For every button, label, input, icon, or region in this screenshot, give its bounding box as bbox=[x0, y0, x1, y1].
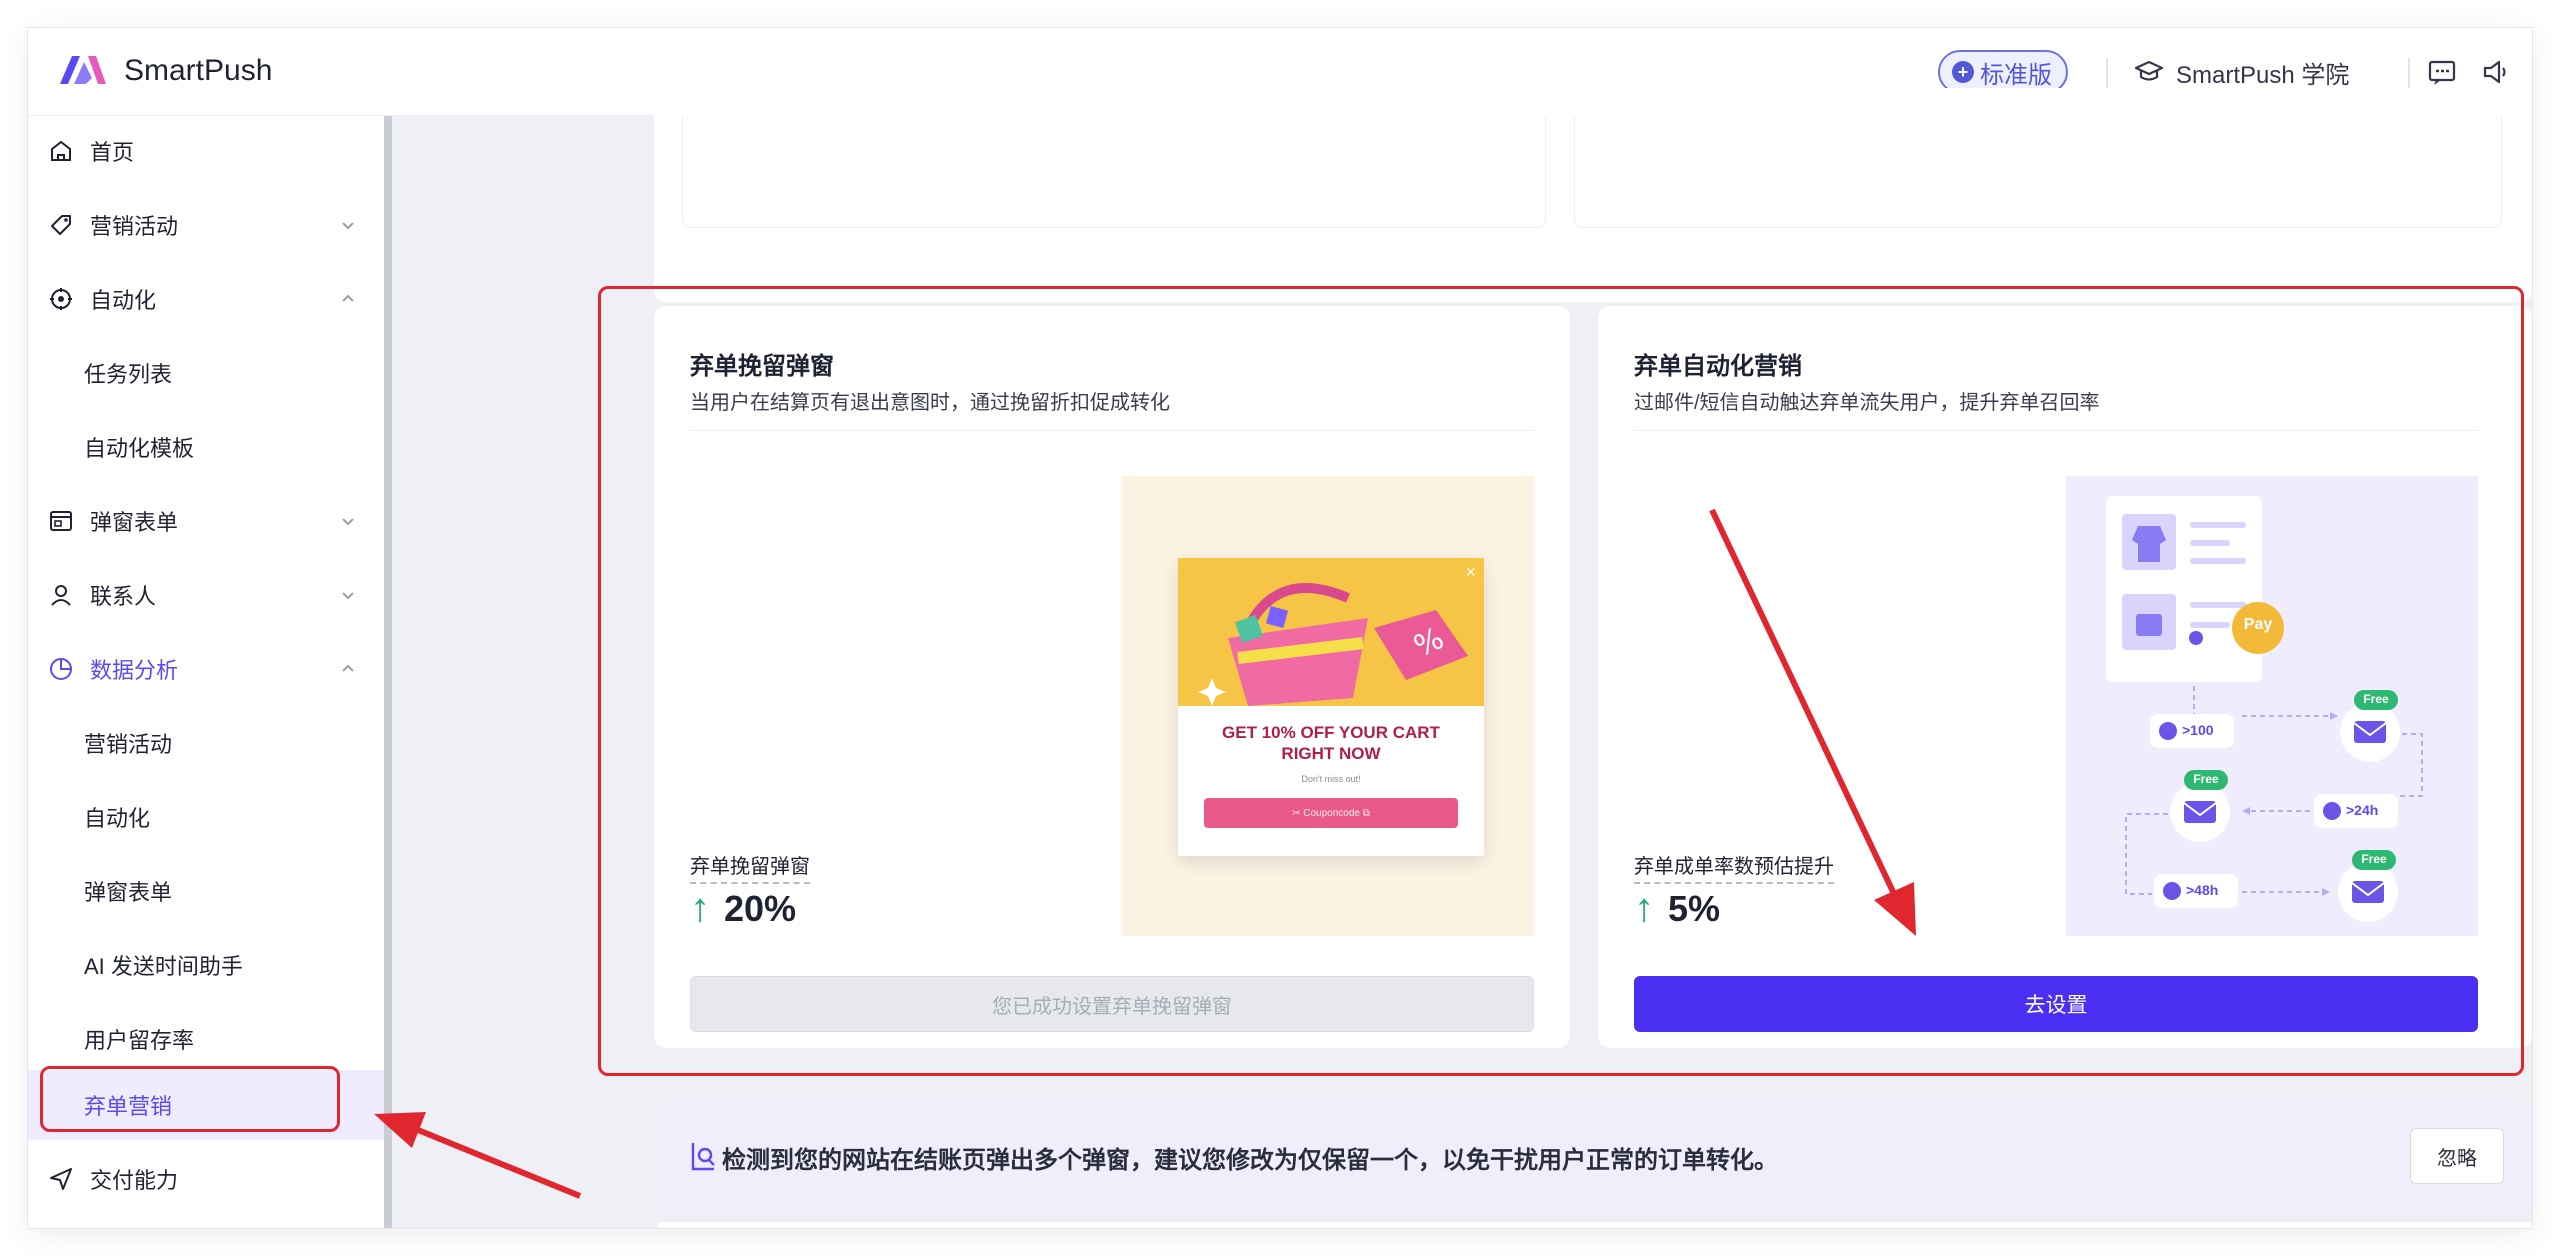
annotation-arrows bbox=[374, 508, 1916, 1199]
next-section-edge bbox=[658, 1222, 2532, 1228]
ignore-button[interactable]: 忽略 bbox=[2410, 1128, 2504, 1184]
app-window: SmartPush + 标准版 SmartPush 学院 首页 营销活动 自动化… bbox=[28, 28, 2532, 1228]
notice-text: 检测到您的网站在结账页弹出多个弹窗，建议您修改为仅保留一个，以免干扰用户正常的订… bbox=[722, 1147, 1778, 1174]
search-document-icon bbox=[691, 1143, 715, 1171]
checkout-popup-notice: 检测到您的网站在结账页弹出多个弹窗，建议您修改为仅保留一个，以免干扰用户正常的订… bbox=[658, 1102, 2532, 1214]
